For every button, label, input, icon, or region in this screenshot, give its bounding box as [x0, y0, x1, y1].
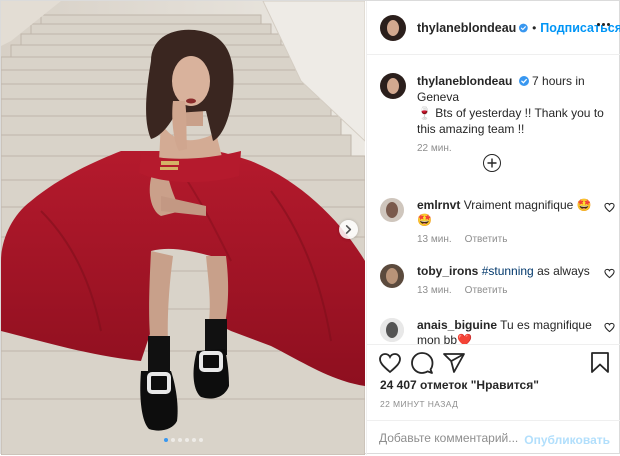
carousel-dot	[170, 438, 175, 442]
post-header: thylaneblondeau • Подписаться	[367, 1, 620, 55]
reply-button[interactable]: Ответить	[465, 285, 508, 296]
carousel-dot	[198, 438, 203, 442]
share-icon[interactable]	[442, 351, 466, 375]
side-panel: thylaneblondeau • Подписаться thylaneblo…	[366, 1, 620, 455]
post-actions: 24 407 отметок "Нравится" 22 МИНУТ НАЗАД…	[367, 344, 620, 455]
verified-icon	[518, 76, 529, 86]
carousel-dot	[163, 438, 168, 442]
more-options-button[interactable]	[597, 23, 610, 26]
carousel-dot	[184, 438, 189, 442]
more-icon	[597, 23, 600, 26]
comment-meta: 13 мин. Ответить	[417, 234, 615, 245]
next-photo-button[interactable]	[339, 220, 358, 239]
wine-emoji: 🍷	[417, 106, 432, 120]
comment-like-heart-icon[interactable]	[604, 322, 615, 333]
more-icon-dot	[607, 23, 610, 26]
photo-illustration	[1, 1, 365, 455]
comment-time: 13 мин.	[417, 234, 452, 245]
comment-body: Tu es magnifique	[500, 318, 592, 332]
comment-body: Vraiment magnifique 🤩	[463, 198, 592, 212]
comment-item: anais_biguine Tu es magnifique mon bb❤️	[380, 318, 615, 344]
carousel-dots	[1, 438, 365, 442]
comment-hashtag[interactable]: #stunning	[482, 264, 534, 278]
more-icon-dot	[602, 23, 605, 26]
comment-text: anais_biguine Tu es magnifique mon bb❤️	[417, 318, 593, 344]
comment-body: as always	[533, 264, 590, 278]
caption-text: thylaneblondeau 7 hours in Geneva 🍷 Bts …	[417, 73, 615, 137]
commenter-avatar[interactable]	[380, 264, 404, 288]
avatar-image	[380, 264, 404, 288]
post-time: 22 МИНУТ НАЗАД	[380, 399, 459, 409]
chevron-right-icon	[345, 225, 352, 234]
avatar-image	[380, 198, 404, 222]
action-icons	[378, 351, 612, 375]
load-more-comments-button[interactable]	[483, 154, 501, 172]
comment-text: emlrnvt Vraiment magnifique 🤩 🤩	[417, 198, 593, 228]
heart-icon[interactable]	[378, 351, 402, 375]
separator-dot: •	[532, 20, 537, 35]
comment-username[interactable]: toby_irons	[417, 264, 478, 278]
comment-icon[interactable]	[410, 351, 434, 375]
author-username[interactable]: thylaneblondeau	[417, 21, 516, 35]
caption-line2: Bts of yesterday !! Thank you to this am…	[417, 106, 604, 136]
comment-meta: 13 мин. Ответить	[417, 285, 615, 296]
publish-button[interactable]: Опубликовать	[524, 433, 610, 447]
avatar-image	[380, 73, 406, 99]
caption-time: 22 мин.	[417, 143, 452, 154]
author-avatar[interactable]	[380, 14, 406, 41]
likes-count[interactable]: 24 407 отметок "Нравится"	[380, 378, 539, 392]
comment-body-line2: mon bb❤️	[417, 333, 472, 344]
verified-icon	[519, 23, 529, 32]
comments-area[interactable]: thylaneblondeau 7 hours in Geneva 🍷 Bts …	[367, 56, 620, 344]
comment-username[interactable]: emlrnvt	[417, 198, 460, 212]
comment-text: toby_irons #stunning as always	[417, 264, 593, 279]
post-photo[interactable]	[1, 1, 365, 455]
comment-like-heart-icon[interactable]	[604, 268, 615, 279]
carousel-dot	[177, 438, 182, 442]
instagram-post: thylaneblondeau • Подписаться thylaneblo…	[0, 0, 620, 455]
comment-time: 13 мин.	[417, 285, 452, 296]
commenter-avatar[interactable]	[380, 318, 404, 342]
caption-username[interactable]: thylaneblondeau	[417, 74, 512, 88]
avatar-image	[380, 14, 406, 41]
comment-item: toby_irons #stunning as always 13 мин. О…	[380, 264, 615, 296]
comment-input[interactable]	[379, 431, 529, 445]
add-comment-bar: Опубликовать	[367, 420, 620, 456]
plus-circle-icon	[487, 158, 497, 168]
reply-button[interactable]: Ответить	[465, 234, 508, 245]
bookmark-icon[interactable]	[588, 351, 612, 375]
commenter-avatar[interactable]	[380, 198, 404, 222]
post-caption: thylaneblondeau 7 hours in Geneva 🍷 Bts …	[380, 73, 615, 154]
comment-body-line2: 🤩	[417, 213, 432, 227]
caption-author-avatar[interactable]	[380, 73, 406, 99]
comment-item: emlrnvt Vraiment magnifique 🤩 🤩 13 мин. …	[380, 198, 615, 245]
comment-like-heart-icon[interactable]	[604, 202, 615, 213]
carousel-dot	[191, 438, 196, 442]
avatar-image	[380, 318, 404, 342]
comment-username[interactable]: anais_biguine	[417, 318, 497, 332]
